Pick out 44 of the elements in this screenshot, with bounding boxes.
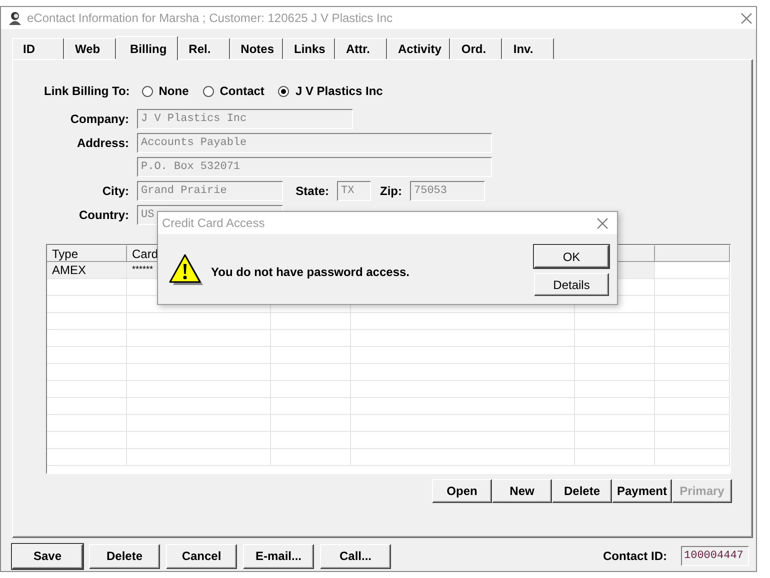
table-cell: AMEX: [47, 262, 127, 279]
radio-label: Contact: [220, 83, 264, 100]
button[interactable]: Call...: [320, 544, 391, 568]
radio-button[interactable]: [278, 86, 290, 96]
tab[interactable]: Attr.: [335, 38, 388, 59]
button[interactable]: OK: [534, 245, 609, 268]
column-header: Type: [47, 245, 127, 262]
button[interactable]: New: [492, 479, 552, 503]
field-label: Link Billing To:: [44, 83, 130, 100]
tab[interactable]: Links: [283, 38, 336, 59]
button[interactable]: Save: [12, 544, 83, 568]
tab[interactable]: Activity: [387, 38, 450, 59]
tab[interactable]: ID: [12, 38, 64, 59]
button[interactable]: E-mail...: [243, 544, 314, 568]
button[interactable]: Payment: [612, 479, 672, 503]
tab[interactable]: Web: [64, 38, 116, 59]
warning-icon: [168, 253, 203, 286]
radio-label: None: [158, 83, 189, 100]
field-label: Company:: [69, 111, 129, 128]
close-icon[interactable]: [597, 218, 608, 228]
tab[interactable]: Ord.: [450, 38, 502, 59]
tab[interactable]: Rel.: [178, 38, 230, 59]
button[interactable]: Delete: [552, 479, 612, 503]
contact-id-field[interactable]: 100004447: [681, 546, 749, 566]
field-label: Address:: [76, 135, 129, 152]
button[interactable]: Open: [432, 479, 492, 503]
radio-button[interactable]: [202, 86, 214, 96]
tab[interactable]: Billing: [116, 36, 178, 60]
button[interactable]: Details: [534, 273, 609, 296]
radio-button[interactable]: [142, 86, 153, 96]
person-icon: [8, 11, 22, 25]
window-title: eContact Information for Marsha ; Customer: 120625 J V Plastics Inc: [27, 10, 392, 27]
dialog-title: Credit Card Access: [162, 215, 265, 232]
tab[interactable]: Notes: [230, 38, 284, 59]
field-label: Zip:: [379, 183, 402, 200]
field-label: City:: [101, 183, 129, 200]
button[interactable]: Cancel: [166, 544, 237, 568]
field-label: State:: [294, 183, 329, 200]
close-icon[interactable]: [741, 12, 752, 24]
tab[interactable]: Inv.: [502, 38, 554, 59]
field-label: Country:: [78, 207, 129, 224]
field-label: Contact ID:: [603, 548, 667, 565]
radio-label: J V Plastics Inc: [295, 83, 383, 100]
button[interactable]: Delete: [89, 544, 160, 568]
